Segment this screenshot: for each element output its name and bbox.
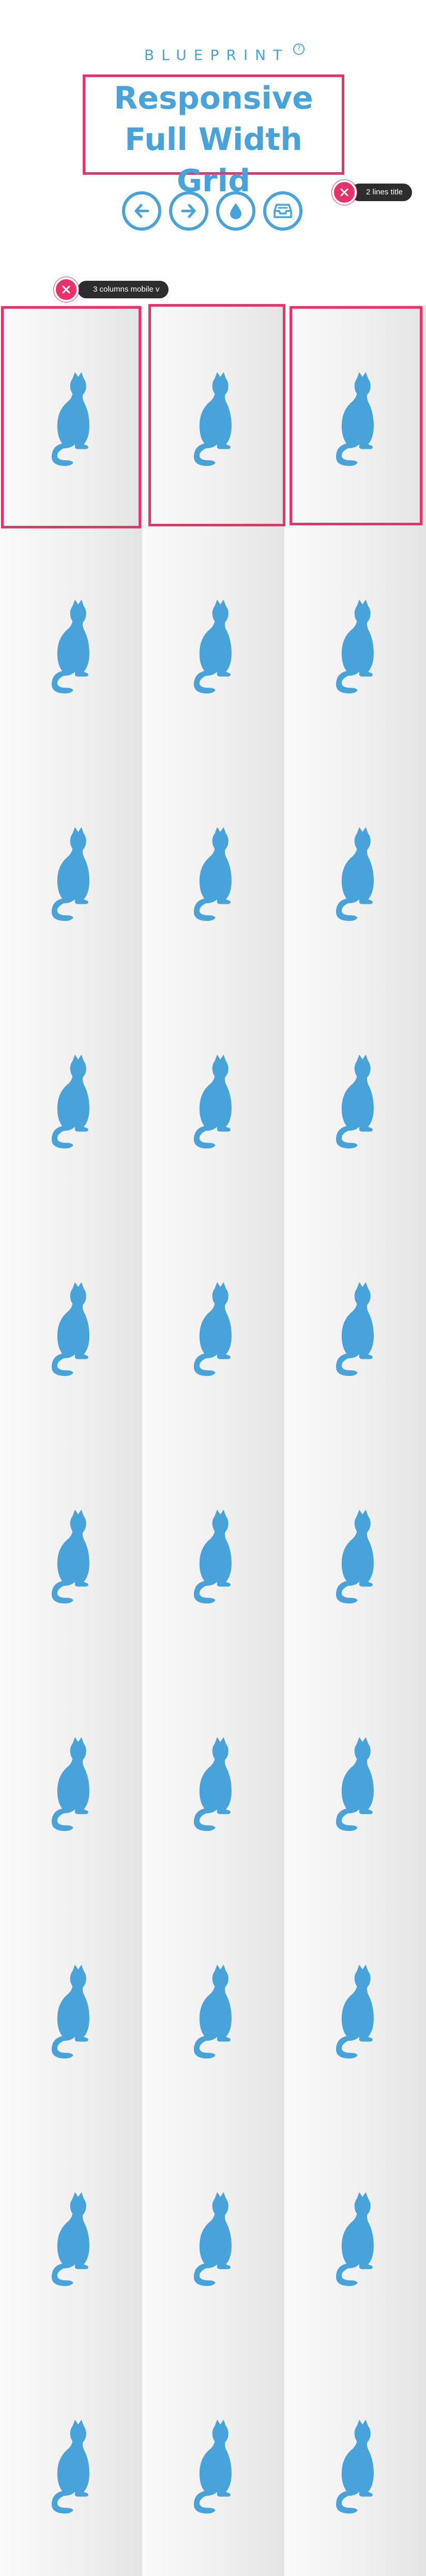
close-annotation-button[interactable]	[54, 277, 79, 302]
cat-icon	[193, 372, 232, 466]
drop-icon	[230, 203, 241, 219]
cat-icon	[51, 827, 89, 921]
next-button[interactable]	[169, 191, 208, 231]
close-icon	[340, 188, 348, 196]
cat-icon	[336, 372, 374, 466]
cat-icon	[336, 1282, 374, 1376]
grid-item[interactable]	[0, 1670, 142, 1898]
annotation-tooltip: 3 columns mobile v	[78, 281, 169, 298]
cat-icon	[193, 599, 232, 694]
page-header: BLUEPRINT ? Responsive Full Width Grid 2…	[0, 0, 426, 302]
grid-item[interactable]	[0, 2125, 142, 2353]
cat-icon	[51, 599, 89, 694]
cat-icon	[336, 599, 374, 694]
grid-item[interactable]	[142, 1443, 284, 1670]
grid-item[interactable]	[0, 533, 142, 760]
grid-item[interactable]	[142, 305, 284, 533]
grid-item[interactable]	[284, 988, 426, 1215]
grid-item[interactable]	[284, 760, 426, 988]
cat-icon	[193, 1509, 232, 1604]
brand-name[interactable]: BLUEPRINT	[0, 47, 426, 64]
cat-icon	[51, 1964, 89, 2059]
inbox-button[interactable]	[263, 191, 302, 231]
cat-icon	[336, 1054, 374, 1149]
grid-annotation[interactable]: 3 columns mobile v	[52, 275, 171, 304]
grid-item[interactable]	[0, 988, 142, 1215]
grid-item[interactable]	[0, 305, 142, 533]
grid-item[interactable]	[142, 1898, 284, 2125]
grid-item[interactable]	[0, 1898, 142, 2125]
grid-item[interactable]	[284, 2125, 426, 2353]
grid-item[interactable]	[284, 1215, 426, 1443]
cat-icon	[336, 1509, 374, 1604]
grid-item[interactable]	[0, 1215, 142, 1443]
grid-item[interactable]	[142, 988, 284, 1215]
grid-item[interactable]	[284, 2353, 426, 2576]
grid-item[interactable]	[0, 1443, 142, 1670]
grid-item[interactable]	[142, 1670, 284, 1898]
help-icon[interactable]: ?	[293, 43, 305, 55]
previous-button[interactable]	[122, 191, 161, 231]
cat-icon	[193, 1054, 232, 1149]
annotation-tooltip: 2 lines title	[351, 184, 412, 201]
grid-item[interactable]	[142, 2125, 284, 2353]
cat-icon	[336, 1737, 374, 1831]
cat-icon	[193, 1282, 232, 1376]
cat-icon	[51, 2192, 89, 2286]
drop-button[interactable]	[216, 191, 255, 231]
close-icon	[62, 285, 70, 294]
cat-icon	[51, 1737, 89, 1831]
inbox-icon	[273, 204, 292, 218]
cat-icon	[193, 1737, 232, 1831]
arrow-right-icon	[181, 204, 196, 218]
close-annotation-button[interactable]	[332, 180, 357, 205]
cat-icon	[51, 2419, 89, 2514]
cat-icon	[51, 372, 89, 466]
grid-item[interactable]	[142, 760, 284, 988]
cat-icon	[193, 2419, 232, 2514]
cat-icon	[51, 1509, 89, 1604]
cat-icon	[336, 2192, 374, 2286]
grid-item[interactable]	[284, 305, 426, 533]
cat-icon	[336, 827, 374, 921]
grid-item[interactable]	[284, 1670, 426, 1898]
grid-item[interactable]	[0, 760, 142, 988]
arrow-left-icon	[134, 204, 149, 218]
cat-icon	[336, 1964, 374, 2059]
grid-item[interactable]	[142, 1215, 284, 1443]
cat-icon	[193, 2192, 232, 2286]
grid-item[interactable]	[284, 533, 426, 760]
title-annotation[interactable]: 2 lines title	[327, 176, 416, 212]
cat-icon	[193, 1964, 232, 2059]
grid-item[interactable]	[142, 2353, 284, 2576]
grid-item[interactable]	[0, 2353, 142, 2576]
cat-icon	[51, 1054, 89, 1149]
page-title: Responsive Full Width Grid	[114, 80, 313, 199]
grid-item[interactable]	[284, 1898, 426, 2125]
cat-icon	[193, 827, 232, 921]
cat-icon	[51, 1282, 89, 1376]
grid-item[interactable]	[284, 1443, 426, 1670]
cat-icon	[336, 2419, 374, 2514]
grid-item[interactable]	[142, 533, 284, 760]
